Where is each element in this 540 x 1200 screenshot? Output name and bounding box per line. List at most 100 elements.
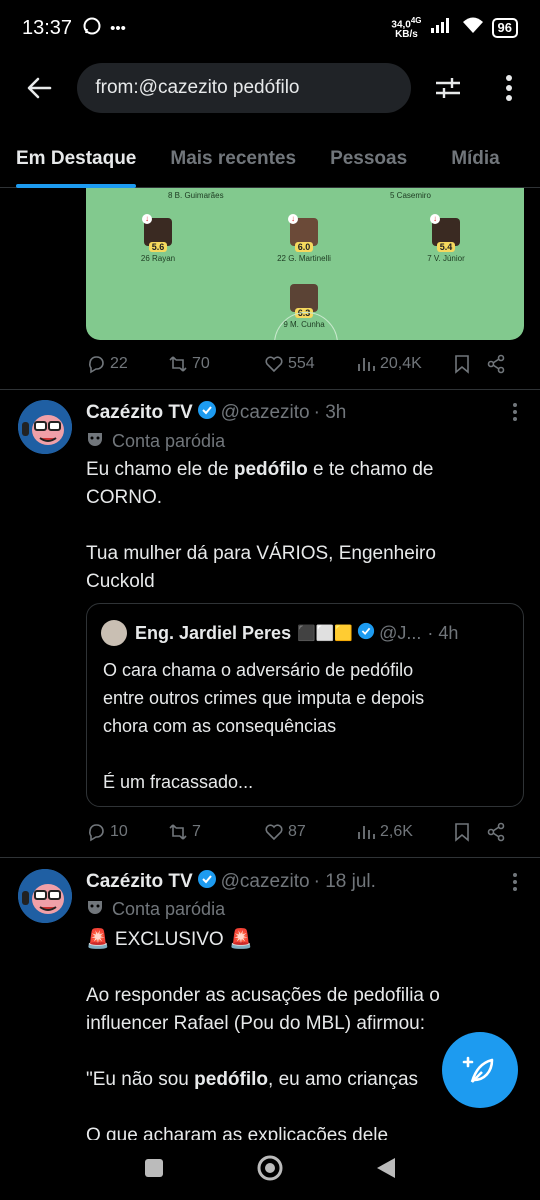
quoted-display-name: Eng. Jardiel Peres [135,622,292,643]
share-button[interactable] [486,822,506,842]
share-icon [487,354,505,374]
tab-pessoas[interactable]: Pessoas [330,130,407,188]
display-name[interactable]: Cazézito TV [86,402,193,424]
more-vertical-icon [506,75,513,101]
compose-button[interactable] [442,1032,518,1108]
lineup-label: 8 B. Guimarães [168,191,224,200]
tweet-text: 🚨 EXCLUSIVO 🚨 Ao responder as acusações … [86,929,440,1140]
repost-icon [169,824,187,840]
down-arrow-icon: ↓ [142,214,152,224]
reply-button[interactable]: 22 [86,354,168,374]
quoted-handle: @J... [379,622,422,643]
back-button[interactable] [0,75,77,101]
tweet-more-icon[interactable] [512,872,518,897]
player-name: 22 G. Martinelli [277,254,331,263]
home-button[interactable] [255,1153,285,1188]
share-icon [487,822,505,842]
tweet-actions: 22 70 554 20,4K [86,346,516,382]
down-arrow-icon: ↓ [430,214,440,224]
more-notifications-icon: ••• [110,19,126,37]
tweet-time[interactable]: · 18 jul. [314,871,376,893]
tab-mais-recentes[interactable]: Mais recentes [170,130,296,188]
bookmark-icon [455,355,469,374]
whatsapp-icon [82,16,102,40]
bookmark-button[interactable] [452,822,486,842]
player-card: ↓ 5.4 7 V. Júnior [416,214,476,263]
quoted-tweet[interactable]: Eng. Jardiel Peres ⬛⬜🟨 @J... · 4h O cara… [86,603,524,807]
bookmark-icon [455,823,469,842]
quoted-flags: ⬛⬜🟨 [297,625,354,642]
reply-icon [89,356,104,374]
display-name[interactable]: Cazézito TV [86,871,193,893]
verified-badge-icon [357,622,375,645]
lineup-label: 5 Casemiro [390,191,431,200]
down-arrow-icon: ↓ [288,214,298,224]
battery-indicator: 96 [491,17,518,38]
network-speed: 34,04G KB/s [391,15,422,41]
tab-midia[interactable]: Mídia [451,130,500,188]
reply-button[interactable]: 10 [86,822,168,842]
triangle-back-icon [377,1157,395,1178]
player-rating: 5.6 [148,242,168,252]
player-name: 26 Rayan [140,254,176,263]
tweet-more-icon[interactable] [512,402,518,427]
heart-icon [265,824,283,841]
search-input[interactable]: from:@cazezito pedófilo [77,63,411,113]
heart-icon [265,356,283,373]
tweet-text: Eu chamo ele de pedófilo e te chamo de C… [86,459,436,592]
avatar[interactable] [18,400,72,454]
tweet-time[interactable]: · 3h [314,402,347,424]
repost-button[interactable]: 7 [168,822,264,842]
repost-button[interactable]: 70 [168,354,264,374]
like-button[interactable]: 87 [264,822,356,842]
search-filters-button[interactable] [417,74,479,102]
avatar-illustration-icon [18,400,72,454]
player-name: 7 V. Júnior [427,254,465,263]
mask-icon [86,430,104,453]
views-chart-icon [358,826,375,839]
reply-icon [89,824,104,842]
system-nav-bar [0,1140,540,1200]
compose-feather-icon [462,1056,494,1083]
divider [0,389,540,390]
share-button[interactable] [486,354,506,374]
verified-badge-icon [197,400,217,426]
like-button[interactable]: 554 [264,354,356,374]
player-rating: 5.4 [436,242,456,252]
bookmark-button[interactable] [452,354,486,374]
search-tabs: Em Destaque Mais recentes Pessoas Mídia [0,130,540,188]
back-arrow-icon [27,77,51,99]
avatar-illustration-icon [18,869,72,923]
quoted-time: · 4h [427,622,459,643]
tweet-actions: 10 7 87 2,6K [86,814,516,850]
player-card: ↓ 6.0 22 G. Martinelli [274,214,334,263]
square-icon [145,1158,163,1177]
repost-icon [169,356,187,372]
lineup-image[interactable]: 8 B. Guimarães 5 Casemiro ↓ 5.6 26 Rayan… [86,188,524,340]
divider [0,857,540,858]
status-bar: 13:37 ••• 34,04G KB/s 96 [0,0,540,56]
player-card: ↓ 5.6 26 Rayan [128,214,188,263]
user-handle[interactable]: @cazezito [221,402,310,424]
tab-em-destaque[interactable]: Em Destaque [16,130,137,188]
tweet-header: Cazézito TV @cazezito · 3h [86,400,346,426]
back-nav-button[interactable] [375,1156,397,1185]
sliders-icon [435,78,460,98]
overflow-menu-button[interactable] [478,74,540,102]
player-rating: 6.0 [294,242,314,252]
tweet-header: Cazézito TV @cazezito · 18 jul. [86,869,376,895]
recent-apps-button[interactable] [143,1157,165,1184]
views-button[interactable]: 20,4K [356,354,452,374]
parody-label: Conta paródia [86,430,225,453]
avatar[interactable] [18,869,72,923]
status-time: 13:37 [22,16,73,39]
verified-badge-icon [197,869,217,895]
mask-icon [86,898,104,921]
views-chart-icon [358,358,375,371]
views-button[interactable]: 2,6K [356,822,452,842]
wifi-icon [462,16,484,39]
signal-icon [430,17,454,38]
search-header: from:@cazezito pedófilo [0,56,540,120]
quoted-avatar [101,620,127,646]
user-handle[interactable]: @cazezito [221,871,310,893]
